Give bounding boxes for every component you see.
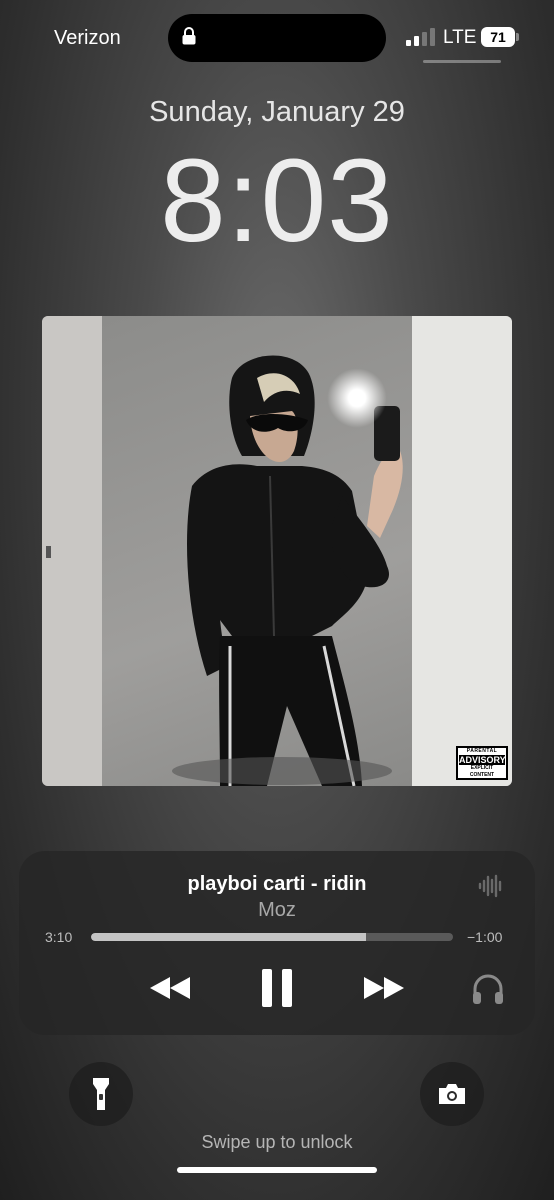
cellular-signal-icon	[406, 28, 435, 46]
song-title[interactable]: playboi carti - ridin	[19, 873, 535, 896]
dynamic-island[interactable]	[168, 14, 386, 62]
camera-icon	[439, 1084, 465, 1104]
battery-level: 71	[481, 27, 515, 47]
home-indicator[interactable]	[177, 1167, 377, 1173]
fast-forward-button[interactable]	[361, 973, 407, 1003]
status-indicator-line	[423, 60, 501, 63]
playback-scrubber[interactable]	[91, 933, 453, 941]
album-artwork: PARENTAL ADVISORY EXPLICIT CONTENT	[42, 316, 512, 786]
carrier-label: Verizon	[54, 27, 121, 49]
network-type-label: LTE	[443, 27, 477, 48]
audio-waveform-icon	[478, 874, 502, 898]
lock-icon	[182, 27, 196, 45]
pause-button[interactable]	[259, 966, 295, 1010]
parental-advisory-label: PARENTAL ADVISORY EXPLICIT CONTENT	[456, 746, 508, 780]
battery-icon: 71	[481, 27, 519, 47]
elapsed-time: 3:10	[45, 929, 73, 945]
rewind-button[interactable]	[147, 973, 193, 1003]
lock-date: Sunday, January 29	[149, 96, 405, 128]
playback-progress-fill	[91, 933, 367, 941]
remaining-time: −1:00	[467, 929, 503, 945]
rewind-icon	[150, 977, 190, 999]
pause-icon	[262, 969, 292, 1007]
artwork-figure	[46, 355, 403, 786]
flashlight-button[interactable]	[69, 1062, 133, 1126]
airpods-icon	[473, 974, 503, 1004]
lock-time: 8:03	[160, 135, 394, 267]
song-artist[interactable]: Moz	[19, 899, 535, 922]
camera-flash-glare	[327, 368, 387, 428]
swipe-to-unlock-hint: Swipe up to unlock	[201, 1132, 353, 1152]
fast-forward-icon	[364, 977, 404, 999]
camera-button[interactable]	[420, 1062, 484, 1126]
audio-output-button[interactable]	[471, 971, 505, 1007]
now-playing-widget[interactable]: playboi carti - ridin Moz 3:10 −1:00	[19, 851, 535, 1035]
flashlight-icon	[93, 1078, 109, 1110]
